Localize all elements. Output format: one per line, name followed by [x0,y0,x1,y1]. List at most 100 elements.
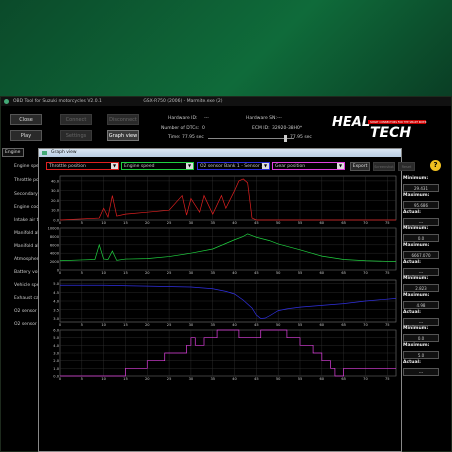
chart-2: 3.0 3.5 4.0 4.5 5.0 0 5 10 15 20 25 30 35 40 45 50 55 60 6… [53,279,397,327]
main-window-title: OBD Tool for Suzuki motorcycles V2.0.1 [13,99,102,104]
selector-throttle[interactable]: Throttle position ▼ [46,162,119,170]
y-tick-label: 10.0 [51,209,60,213]
help-icon[interactable]: ? [430,160,441,171]
x-tick-label: 70 [363,377,368,380]
chevron-down-icon: ▼ [111,163,118,169]
close-button[interactable]: Close [10,114,42,125]
chart-frame [59,175,397,221]
x-tick-label: 55 [298,271,303,275]
minimum-value: 2.823 [403,284,439,292]
chart-0: 0.010.020.030.040.00 5 10 15 20 25 30 35 40 45 50 5… [51,175,397,225]
x-tick-label: 65 [341,271,346,275]
actual-value: --- [403,368,439,376]
graph-window-icon [42,151,47,155]
screenshot-button[interactable]: Screenshot [373,162,395,171]
y-tick-label: 10000 [48,227,60,231]
selector-gear[interactable]: Gear position ▼ [272,162,345,170]
y-tick-label: 6.0 [53,329,59,333]
logo-top-text: HEAL [332,115,370,130]
time-slider-track[interactable] [208,138,294,139]
x-tick-label: 75 [385,221,390,225]
maximum-label: Maximum: [403,193,430,198]
y-tick-label: 2000 [50,260,60,264]
hardware-id-label: Hardware ID: [168,116,198,121]
time-end-label: 77.95 sec [290,135,312,140]
minimum-label: Minimum: [403,226,429,231]
actual-value: --- [403,218,439,226]
chart-frame [59,227,397,271]
y-tick-label: 20.0 [51,199,60,203]
x-tick-label: 35 [210,323,215,327]
x-tick-label: 35 [210,221,215,225]
selector-o2-sensor-label: O2 sensor Bank 1 - Sensor 1 [200,164,264,169]
y-tick-label: 2.0 [53,359,59,363]
main-title-bar: OBD Tool for Suzuki motorcycles V2.0.1 G… [1,97,451,106]
y-tick-label: 40.0 [51,179,60,183]
minimum-value: 0.0 [403,334,439,342]
x-tick-label: 60 [320,323,325,327]
hardware-id-value: --- [204,116,209,121]
selector-engine-speed[interactable]: Engine speed ▼ [121,162,194,170]
chevron-down-icon: ▼ [262,163,269,169]
x-tick-label: 25 [167,377,172,380]
x-tick-label: 30 [189,323,194,327]
x-tick-label: 20 [145,377,150,380]
x-tick-label: 50 [276,221,281,225]
y-tick-label: 4.0 [53,300,59,304]
tab-engine[interactable]: Engine [2,148,24,157]
x-tick-label: 75 [385,323,390,327]
x-tick-label: 45 [254,271,259,275]
x-tick-label: 60 [320,271,325,275]
y-tick-label: 4.5 [53,291,59,295]
x-tick-label: 65 [341,221,346,225]
x-tick-label: 10 [101,221,106,225]
time-slider-thumb[interactable] [284,135,287,142]
ecm-label: ECM ID: [252,126,270,131]
export-button[interactable]: Export [350,162,370,171]
settings-button[interactable]: Settings [60,130,92,141]
x-tick-label: 10 [101,323,106,327]
play-button[interactable]: Play [10,130,42,141]
y-tick-label: 5.0 [53,282,59,286]
x-tick-label: 10 [101,271,106,275]
x-tick-label: 0 [59,271,62,275]
x-tick-label: 35 [210,271,215,275]
x-tick-label: 75 [385,377,390,380]
logo-bottom-text: TECH [370,125,411,139]
ecm-value: 32920-38H0* [272,126,303,131]
x-tick-label: 60 [320,221,325,225]
charts-area: 0.010.020.030.040.00 5 10 15 20 25 30 35 40 45 50 5… [48,175,397,380]
time-label: Time: 77.95 sec [168,135,204,140]
x-tick-label: 30 [189,377,194,380]
y-tick-label: 4000 [50,252,60,256]
selector-o2-sensor[interactable]: O2 sensor Bank 1 - Sensor 1 ▼ [197,162,270,170]
maximum-value: 6667.070 [403,251,439,259]
x-tick-label: 75 [385,271,390,275]
maximum-label: Maximum: [403,243,430,248]
x-tick-label: 5 [81,377,83,380]
selector-gear-label: Gear position [275,164,306,169]
maximum-value: 4.98 [403,301,439,309]
minimum-label: Minimum: [403,276,429,281]
x-tick-label: 25 [167,221,172,225]
x-tick-label: 20 [145,323,150,327]
graph-view-button[interactable]: Graph view [107,130,139,141]
y-tick-label: 1.0 [53,367,59,371]
healtech-logo: HEAL TECH SMART CONNECTORS FOR THE SMART… [330,113,427,141]
y-tick-label: 6000 [50,243,60,247]
x-tick-label: 25 [167,271,172,275]
connect-button[interactable]: Connect [60,114,92,125]
x-tick-label: 0 [59,377,62,380]
disconnect-button[interactable]: Disconnect [107,114,139,125]
x-tick-label: 25 [167,323,172,327]
x-tick-label: 40 [232,221,237,225]
x-tick-label: 10 [101,377,106,380]
y-tick-label: 30.0 [51,189,60,193]
maximum-value: 5.0 [403,351,439,359]
chart-1: 02000400060008000100000 5 10 15 20 25 30 35 40 45… [48,227,397,275]
x-tick-label: 55 [298,221,303,225]
actual-label: Actual: [403,310,421,315]
x-tick-label: 55 [298,377,303,380]
reset-button[interactable]: Reset [398,162,415,171]
x-tick-label: 50 [276,323,281,327]
